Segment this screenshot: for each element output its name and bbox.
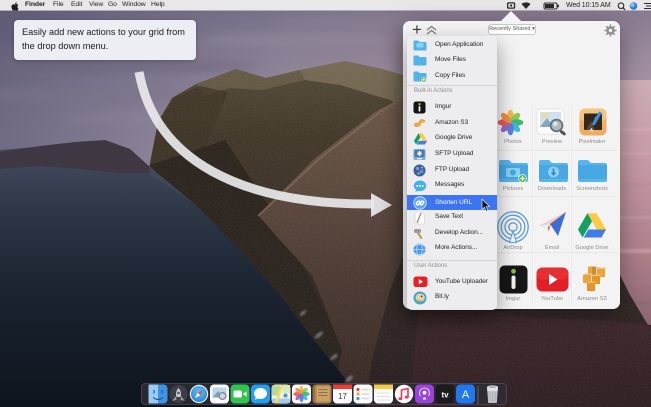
svg-text:17: 17 — [338, 392, 347, 401]
svg-text:tv: tv — [441, 391, 449, 400]
svg-text:A: A — [462, 389, 470, 401]
